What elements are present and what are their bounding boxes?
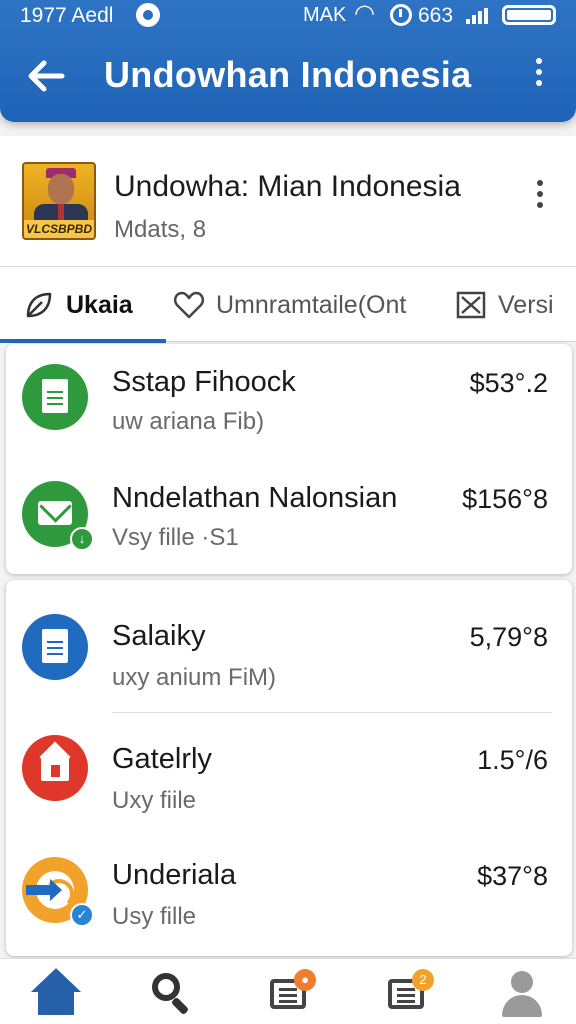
profile-subtitle: Mdats, 8 (114, 216, 207, 243)
document-icon (22, 364, 88, 430)
document-icon (22, 614, 88, 680)
tab-ukaia[interactable]: Ukaia (22, 267, 133, 343)
tab-label: Ukaia (66, 290, 133, 319)
item-subtitle: Usy fille (112, 903, 197, 930)
status-time: 1977 Aedl (20, 4, 114, 27)
chat-notification-icon (136, 3, 160, 27)
more-vertical-icon (536, 58, 542, 64)
status-battery-text: 663 (418, 4, 454, 27)
heart-icon (173, 291, 205, 319)
home-icon (38, 989, 74, 1015)
verified-badge-icon: ✓ (70, 903, 94, 927)
status-bar: 1977 Aedl MAK ◠ 663 (0, 0, 576, 32)
app-bar: 1977 Aedl MAK ◠ 663 Undowhan Indonesia (0, 0, 576, 122)
nav-home[interactable] (30, 967, 82, 1019)
list-item[interactable]: ↓ Nndelathan Nalonsian Vsy fille ·S1 $15… (6, 456, 572, 574)
profile-more-button[interactable] (530, 180, 550, 220)
nav-messages[interactable]: ● (264, 967, 316, 1019)
active-tab-indicator (0, 339, 166, 343)
item-subtitle: Uxy fiile (112, 787, 197, 814)
tab-label: Umnramtaile(Ont (216, 290, 407, 319)
nav-notifications[interactable]: 2 (382, 967, 434, 1019)
item-amount: $53°.2 (469, 368, 548, 398)
screen: 1977 Aedl MAK ◠ 663 Undowhan Indonesia V… (0, 0, 576, 1024)
item-amount: 1.5°/6 (477, 745, 548, 775)
item-title: Nndelathan Nalonsian (112, 482, 398, 514)
tab-umnramtaile[interactable]: Umnramtaile(Ont (172, 267, 406, 343)
item-subtitle: Vsy fille ·S1 (112, 524, 239, 551)
status-carrier: MAK (303, 4, 347, 26)
home-icon (22, 735, 88, 801)
leaf-icon (26, 292, 52, 318)
notification-badge: 2 (412, 969, 434, 991)
list-item[interactable]: ✓ Underiala Usy fille $37°8 (6, 831, 572, 953)
nav-profile[interactable] (496, 967, 548, 1019)
signal-icon (466, 8, 488, 24)
item-title: Sstap Fihoock (112, 366, 296, 398)
rss-icon: ✓ (22, 857, 94, 927)
item-title: Salaiky (112, 620, 206, 652)
overflow-menu-button[interactable] (526, 58, 552, 98)
mail-icon: ↓ (22, 481, 94, 551)
item-subtitle: uxy anium FiM) (112, 664, 277, 691)
item-amount: 5,79°8 (469, 622, 548, 652)
wifi-icon: ◠ (354, 0, 375, 27)
item-title: Gatelrly (112, 743, 212, 775)
tab-label: Versi (498, 290, 554, 319)
more-vertical-icon (537, 180, 543, 186)
tab-bar: Ukaia Umnramtaile(Ont Versi (0, 266, 576, 343)
list-item[interactable]: Salaiky uxy anium FiM) 5,79°8 (6, 580, 572, 712)
file-card: Sstap Fihoock uw ariana Fib) $53°.2 ↓ Nn… (6, 344, 572, 574)
avatar-tag: VLCSBPBD (24, 220, 94, 238)
file-card: Salaiky uxy anium FiM) 5,79°8 Gatelrly U… (6, 580, 572, 956)
item-subtitle: uw ariana Fib) (112, 408, 265, 435)
close-box-icon (456, 291, 486, 319)
profile-name: Undowha: Mian Indonesia (114, 170, 461, 203)
arrow-left-icon (28, 60, 65, 92)
bottom-nav: ● 2 (0, 958, 576, 1024)
item-title: Underiala (112, 859, 237, 891)
item-amount: $37°8 (477, 861, 548, 891)
profile-header: VLCSBPBD Undowha: Mian Indonesia Mdats, … (0, 136, 576, 266)
avatar[interactable]: VLCSBPBD (22, 162, 96, 240)
item-amount: $156°8 (462, 484, 548, 514)
battery-icon (502, 5, 556, 25)
list-item[interactable]: Gatelrly Uxy fiile 1.5°/6 (6, 713, 572, 831)
notification-badge: ● (294, 969, 316, 991)
back-button[interactable] (22, 52, 70, 100)
nav-search[interactable] (146, 967, 198, 1019)
alarm-icon (390, 4, 412, 26)
page-title: Undowhan Indonesia (104, 54, 472, 95)
tab-versi[interactable]: Versi (454, 267, 554, 343)
download-badge-icon: ↓ (70, 527, 94, 551)
list-item[interactable]: Sstap Fihoock uw ariana Fib) $53°.2 (6, 344, 572, 456)
